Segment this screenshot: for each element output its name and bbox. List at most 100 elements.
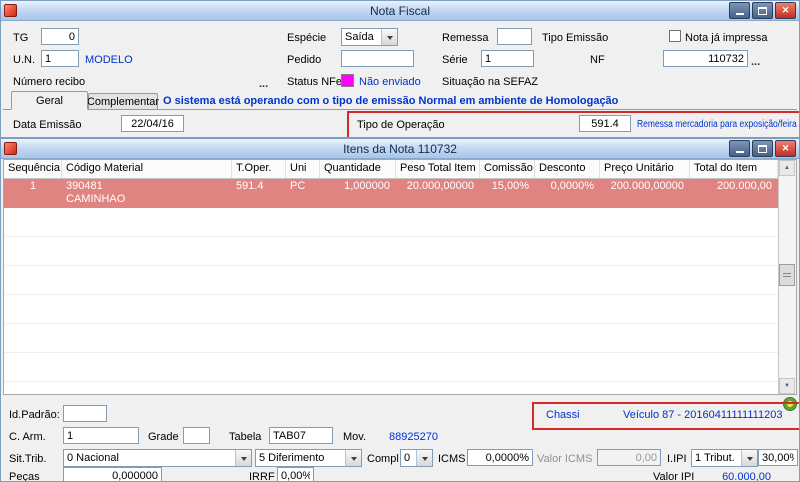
table-row-empty <box>4 266 778 295</box>
serie-input[interactable] <box>481 50 534 67</box>
status-nfe-value: Não enviado <box>359 76 421 88</box>
cell-sequencia: 1 <box>29 180 37 192</box>
diferimento-select[interactable]: 5 Diferimento <box>255 449 362 467</box>
ipi-select[interactable]: 1 Tribut. <box>691 449 758 467</box>
column-header-total-item[interactable]: Total do Item <box>690 160 778 178</box>
tg-label: TG <box>13 32 29 44</box>
pecas-input[interactable] <box>63 467 162 481</box>
window-title: Itens da Nota 110732 <box>343 141 457 156</box>
nota-impressa-label: Nota já impressa <box>685 32 768 44</box>
cell-peso-total: 20.000,00000 <box>406 180 474 192</box>
irrf-label: IRRF <box>249 471 275 482</box>
especie-label: Espécie <box>287 32 327 44</box>
table-row-empty <box>4 324 778 353</box>
id-padrao-label: Id.Padrão: <box>9 409 60 421</box>
data-emissao-input[interactable] <box>121 115 184 132</box>
titlebar[interactable]: Nota Fiscal <box>1 1 799 21</box>
itens-nota-window: Itens da Nota 110732 Sequência Código Ma… <box>0 138 800 482</box>
codigo-material-code: 390481 <box>66 180 103 192</box>
table-row-empty <box>4 353 778 382</box>
valor-ipi-label: Valor IPI <box>653 471 695 482</box>
table-row-empty <box>4 208 778 237</box>
column-header-sequencia[interactable]: Sequência <box>4 160 62 178</box>
chevron-down-icon <box>381 29 397 45</box>
icms-label: ICMS <box>438 453 466 465</box>
column-header-preco-unitario[interactable]: Preço Unitário <box>600 160 690 178</box>
chevron-down-icon <box>741 450 757 466</box>
remessa-input[interactable] <box>497 28 532 45</box>
tipo-operacao-label: Tipo de Operação <box>357 119 445 131</box>
tipo-emissao-label: Tipo Emissão <box>542 32 609 44</box>
diferimento-value: 5 Diferimento <box>259 452 325 464</box>
pecas-label: Peças <box>9 471 40 482</box>
column-header-peso-total[interactable]: Peso Total Item <box>396 160 480 178</box>
un-label: U.N. <box>13 54 35 66</box>
column-header-desconto[interactable]: Desconto <box>535 160 600 178</box>
column-header-uni[interactable]: Uni <box>286 160 320 178</box>
recibo-browse-button[interactable]: ... <box>259 79 268 91</box>
serie-label: Série <box>442 54 468 66</box>
cell-preco-unitario: 200.000,00000 <box>610 180 684 192</box>
tipo-operacao-input[interactable] <box>579 115 631 132</box>
column-header-comissao[interactable]: Comissão <box>480 160 535 178</box>
chevron-down-icon <box>416 450 432 466</box>
column-header-quantidade[interactable]: Quantidade <box>320 160 396 178</box>
icms-input[interactable] <box>467 449 533 466</box>
mov-label: Mov. <box>343 431 367 443</box>
column-header-t-oper[interactable]: T.Oper. <box>232 160 286 178</box>
chevron-down-icon <box>345 450 361 466</box>
status-nfe-color-swatch <box>341 74 354 87</box>
sit-trib-select[interactable]: 0 Nacional <box>63 449 252 467</box>
tab-geral[interactable]: Geral <box>11 91 88 110</box>
table-row-empty <box>4 295 778 324</box>
situacao-sefaz-label: Situação na SEFAZ <box>442 76 538 88</box>
close-icon[interactable] <box>775 140 796 157</box>
id-padrao-input[interactable] <box>63 405 107 422</box>
table-row-selected[interactable]: 1 390481 CAMINHAO 591.4 PC 1,000000 20.0… <box>4 179 778 208</box>
items-table: Sequência Código Material T.Oper. Uni Qu… <box>3 159 797 395</box>
nf-browse-button[interactable]: ... <box>751 57 760 69</box>
scrollbar-thumb[interactable] <box>779 264 795 286</box>
vertical-scrollbar[interactable] <box>778 160 796 394</box>
tg-input[interactable] <box>41 28 79 45</box>
grade-input[interactable] <box>183 427 210 444</box>
nota-impressa-checkbox[interactable] <box>669 30 681 42</box>
scroll-up-icon[interactable] <box>779 160 795 176</box>
maximize-icon[interactable] <box>752 2 773 19</box>
chassi-label: Chassi <box>546 409 580 421</box>
status-nfe-label: Status NFe <box>287 76 343 88</box>
c-arm-input[interactable] <box>63 427 139 444</box>
ipi-percent-input[interactable] <box>758 449 798 466</box>
compl-select[interactable]: 0 <box>400 449 433 467</box>
titlebar[interactable]: Itens da Nota 110732 <box>1 139 799 159</box>
cell-desconto: 0,0000% <box>550 180 594 192</box>
scroll-down-icon[interactable] <box>779 378 795 394</box>
ipi-label: I.IPI <box>667 453 687 465</box>
pedido-label: Pedido <box>287 54 322 66</box>
minimize-icon[interactable] <box>729 140 750 157</box>
tabela-input[interactable] <box>269 427 333 444</box>
sit-trib-label: Sit.Trib. <box>9 453 47 465</box>
table-header-row: Sequência Código Material T.Oper. Uni Qu… <box>4 160 778 179</box>
remessa-label: Remessa <box>442 32 489 44</box>
minimize-icon[interactable] <box>729 2 750 19</box>
app-icon <box>4 4 17 17</box>
maximize-icon[interactable] <box>752 140 773 157</box>
tab-complementar[interactable]: Complementar <box>87 93 159 109</box>
screen: Nota Fiscal TG Espécie Saída Remessa Tip… <box>0 0 800 482</box>
chassi-value: Veículo 87 - 20160411111111203 <box>623 409 783 421</box>
cell-quantidade: 1,000000 <box>344 180 390 192</box>
mov-value: 88925270 <box>389 431 438 443</box>
cell-total-item: 200.000,00 <box>716 180 772 192</box>
close-icon[interactable] <box>775 2 796 19</box>
nf-input[interactable] <box>663 50 748 67</box>
valor-icms-input <box>597 449 661 466</box>
pedido-input[interactable] <box>341 50 414 67</box>
column-header-codigo-material[interactable]: Código Material <box>62 160 232 178</box>
irrf-input[interactable] <box>277 467 314 481</box>
valor-ipi-value: 60.000,00 <box>722 471 771 482</box>
grid-action-icon[interactable] <box>783 397 797 411</box>
un-input[interactable] <box>41 50 79 67</box>
codigo-material-desc: CAMINHAO <box>66 193 126 205</box>
especie-select[interactable]: Saída <box>341 28 398 46</box>
